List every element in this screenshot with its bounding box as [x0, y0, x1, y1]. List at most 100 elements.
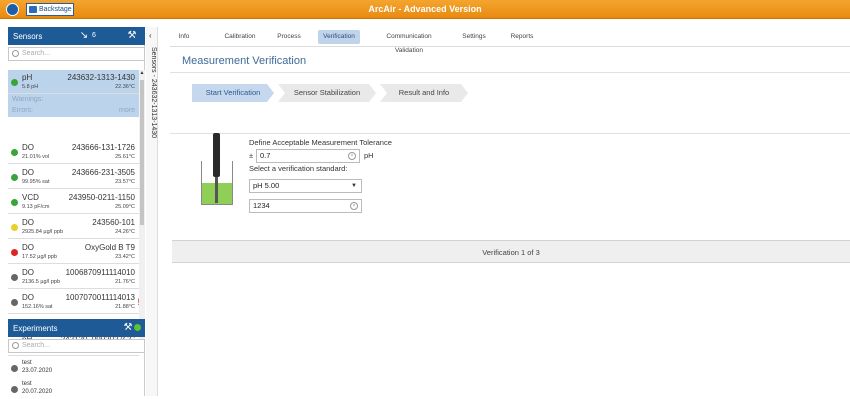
tab-verification[interactable]: Verification — [318, 30, 360, 44]
status-dot-icon — [11, 199, 18, 206]
title-bar: Backstage ArcAir - Advanced Version — [0, 0, 850, 19]
sensor-id: OxyGold B T9 — [84, 243, 135, 252]
sensor-temperature: 25.61°C — [115, 154, 135, 160]
sensors-search-input[interactable]: Search... — [8, 47, 145, 61]
experiments-title: Experiments — [13, 324, 58, 333]
serial-input[interactable]: 1234 × — [249, 199, 362, 213]
sensors-search-placeholder: Search... — [22, 50, 51, 57]
standard-select[interactable]: pH 5.00 ▼ — [249, 179, 362, 193]
plus-minus-sign: ± — [249, 151, 254, 160]
tolerance-unit: pH — [364, 151, 374, 160]
sensor-type: DO — [22, 168, 34, 177]
sensor-value: 99.95% sat — [22, 179, 50, 185]
tab-settings[interactable]: Settings — [457, 30, 491, 44]
more-link[interactable]: more — [119, 105, 135, 116]
experiments-search-input[interactable]: Search... — [8, 339, 145, 353]
status-dot-icon — [11, 79, 18, 86]
step-result-and-info[interactable]: Result and Info — [380, 84, 468, 102]
verification-progress: Verification 1 of 3 — [482, 248, 540, 257]
tab-process[interactable]: Process — [272, 30, 306, 44]
steps-divider — [170, 133, 850, 134]
sensor-value: 5.8 pH — [22, 84, 39, 90]
sensor-id: 243950-0211-1150 — [68, 193, 135, 202]
sensor-type: pH — [22, 73, 33, 82]
sensor-id: 1007070011114013 — [65, 293, 135, 302]
tolerance-input[interactable]: 0.7 × — [256, 149, 360, 163]
experiment-name: test — [22, 381, 32, 387]
sensor-temperature: 23.57°C — [115, 179, 135, 185]
experiment-item[interactable]: test 20.07.2020 — [8, 379, 145, 399]
sensor-item[interactable]: DO 243666-131-1726 21.01% vol 25.61°C — [8, 140, 139, 164]
sensor-probe-icon — [213, 133, 220, 177]
sensor-temperature: 22.36°C — [115, 84, 135, 90]
errors-label: Errors: — [12, 107, 33, 114]
experiment-name: test — [22, 360, 32, 366]
sensor-list-scrollbar[interactable]: ▲ ▼ — [139, 70, 145, 346]
clear-icon[interactable]: × — [350, 202, 358, 210]
status-dot-icon — [11, 149, 18, 156]
tolerance-label: Define Acceptable Measurement Tolerance — [249, 138, 392, 147]
step-sensor-stabilization[interactable]: Sensor Stabilization — [278, 84, 376, 102]
tolerance-value: 0.7 — [260, 151, 271, 160]
status-dot-icon — [11, 274, 18, 281]
tab-info[interactable]: Info — [172, 30, 196, 44]
clear-icon[interactable]: × — [348, 152, 356, 160]
settings-icon[interactable]: ⚒ — [126, 30, 138, 42]
sensor-temperature: 24.26°C — [115, 229, 135, 235]
tab-communication-validation[interactable]: Communication Validation — [373, 30, 445, 54]
status-dot-icon — [11, 386, 18, 393]
sensor-item[interactable]: pH 243632-1313-1430 5.8 pH 22.36°C — [8, 70, 139, 94]
experiment-settings-icon[interactable]: ⚒ — [122, 322, 134, 334]
sensor-filter-icon[interactable]: ↘ — [78, 30, 90, 42]
sensor-item[interactable]: VCD 243950-0211-1150 9.13 pF/cm 25.09°C — [8, 190, 139, 214]
sensor-value: 152.16% sat — [22, 304, 53, 310]
status-bar: Verification 1 of 3 — [172, 240, 850, 263]
scroll-thumb[interactable] — [140, 80, 144, 225]
standard-label: Select a verification standard: — [249, 164, 348, 173]
warnings-row: Warnings: — [8, 94, 139, 105]
sensor-item[interactable]: DO 243560-101 2925.84 µg/l ppb 24.26°C — [8, 215, 139, 239]
sensor-item[interactable]: DO1007070011114013152.16% sat21.88°C! — [8, 290, 140, 314]
scroll-up-icon[interactable]: ▲ — [139, 70, 145, 78]
status-dot-icon — [11, 249, 18, 256]
collapse-strip[interactable]: ‹ Sensors - 243632-1313-1430 — [146, 27, 158, 396]
collapse-chevron-icon[interactable]: ‹ — [149, 31, 152, 40]
vertical-sensor-label: Sensors - 243632-1313-1430 — [150, 47, 157, 139]
sensor-value: 21.01% vol — [22, 154, 50, 160]
sensor-id: 243666-131-1726 — [71, 143, 135, 152]
sensor-item[interactable]: DO OxyGold B T9 17.52 µg/l ppb 23.42°C — [8, 240, 139, 264]
sensor-id: 1006870911114010 — [65, 268, 135, 277]
tab-reports[interactable]: Reports — [507, 30, 537, 44]
status-dot-icon — [11, 365, 18, 372]
experiments-search-placeholder: Search... — [22, 342, 51, 349]
errors-row: Errors: more — [8, 105, 139, 117]
search-icon — [12, 50, 19, 57]
sensors-title: Sensors — [13, 32, 43, 41]
tab-bar: Info Calibration Process Verification Commun… — [170, 27, 850, 54]
sensor-type: DO — [22, 143, 34, 152]
sensor-temperature: 21.88°C — [115, 304, 135, 310]
sensor-id: 243666-231-3505 — [71, 168, 135, 177]
search-icon — [12, 342, 19, 349]
probe-tip — [215, 177, 218, 203]
sensor-type: DO — [22, 218, 34, 227]
experiment-date: 20.07.2020 — [22, 389, 53, 395]
tab-calibration[interactable]: Calibration — [218, 30, 262, 44]
page-title: Measurement Verification — [182, 55, 307, 67]
title-divider — [170, 72, 850, 73]
experiment-item[interactable]: test 23.07.2020 — [8, 358, 145, 378]
sensor-type: DO — [22, 268, 34, 277]
sensor-value: 2136.5 µg/l ppb — [22, 279, 61, 285]
step-start-verification[interactable]: Start Verification — [192, 84, 274, 102]
standard-selected: pH 5.00 — [253, 181, 280, 190]
sensor-value: 2925.84 µg/l ppb — [22, 229, 64, 235]
warnings-label: Warnings: — [12, 96, 44, 103]
sensor-value: 17.52 µg/l ppb — [22, 254, 57, 260]
sensor-id: 243632-1313-1430 — [67, 73, 135, 82]
sensor-temperature: 25.09°C — [115, 204, 135, 210]
sensors-header: Sensors ↘ 6 ⚒ — [8, 27, 145, 45]
sensor-count: 6 — [92, 32, 96, 39]
sensor-id: 243560-101 — [92, 218, 135, 227]
sensor-item[interactable]: DO 1006870911114010 2136.5 µg/l ppb 21.76°C — [8, 265, 139, 289]
sensor-item[interactable]: DO 243666-231-3505 99.95% sat 23.57°C — [8, 165, 139, 189]
